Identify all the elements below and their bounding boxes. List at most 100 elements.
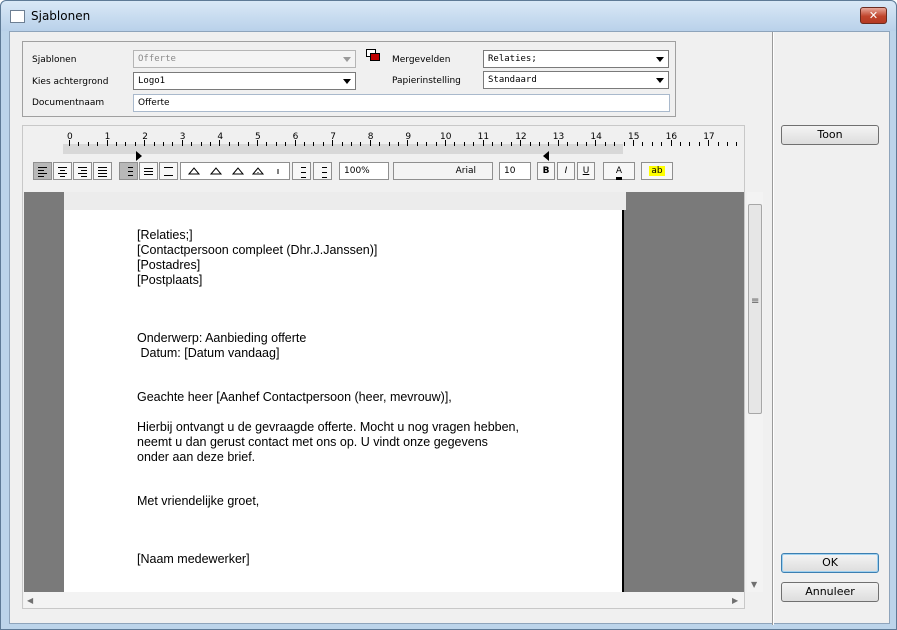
ruler-tick (191, 142, 193, 146)
chevron-down-icon (343, 57, 351, 62)
italic-button[interactable]: I (557, 162, 575, 180)
ruler-tick (736, 142, 738, 146)
ruler-tick (482, 140, 484, 146)
align-right-button[interactable] (73, 162, 92, 180)
ruler-tick (134, 142, 136, 146)
scroll-thumb[interactable] (748, 204, 762, 414)
line-spacing-single-button[interactable] (139, 162, 158, 180)
ruler-tick (247, 142, 249, 146)
document-page[interactable]: [Relaties;] [Contactpersoon compleet (Dh… (64, 210, 624, 592)
ruler-tick (698, 142, 700, 146)
highlight-button[interactable]: ab (641, 162, 673, 180)
ruler-tick (454, 142, 456, 146)
font-size-field[interactable]: 10 (499, 162, 531, 180)
ruler-tick (567, 142, 569, 146)
ruler-tick (398, 142, 399, 146)
ruler-tick (492, 142, 493, 146)
papier-select-value: Standaard (488, 75, 537, 85)
align-left-button[interactable] (33, 162, 52, 180)
ruler-tick (595, 140, 597, 146)
ruler-tick (116, 142, 117, 146)
zoom-field[interactable]: 100% (339, 162, 389, 180)
ruler-tick (172, 142, 174, 146)
ruler-tick (388, 142, 390, 146)
dialog-client: Sjablonen Offerte Kies achtergrond Logo1… (9, 31, 890, 625)
ruler-tick (642, 142, 644, 146)
ruler-tick (78, 142, 80, 146)
divider (773, 32, 774, 625)
achtergrond-select[interactable]: Logo1 (133, 72, 356, 90)
document-area[interactable]: [Relaties;] [Contactpersoon compleet (Dh… (24, 192, 744, 592)
ruler-tick (153, 142, 155, 146)
numbered-list-button[interactable] (313, 162, 332, 180)
mergevelden-select[interactable]: Relaties; (483, 50, 669, 68)
ruler-tick (360, 142, 362, 146)
font-color-button[interactable]: A (603, 162, 635, 180)
ruler-tick (435, 142, 437, 146)
align-center-button[interactable] (53, 162, 72, 180)
tab-stops-field[interactable] (180, 162, 290, 180)
papier-select[interactable]: Standaard (483, 71, 669, 89)
doc-line: onder aan deze brief. (137, 450, 256, 464)
ruler-tick (689, 142, 691, 146)
ruler-tick (651, 142, 653, 146)
ruler-tick (200, 142, 202, 146)
format-toolbar: 100% Arial 10 B I U A ab (33, 162, 733, 184)
ruler-tick (144, 140, 146, 146)
ruler-tick (717, 142, 719, 146)
line-spacing-double-button[interactable] (159, 162, 178, 180)
line-spacing-button[interactable] (119, 162, 138, 180)
ruler-tick (369, 140, 371, 146)
ruler-tick (294, 140, 296, 146)
annuleer-button[interactable]: Annuleer (781, 582, 879, 602)
left-indent-marker[interactable] (136, 151, 142, 161)
ruler-tick (275, 142, 277, 146)
scroll-left-icon[interactable]: ◀ (27, 596, 33, 605)
papier-label: Papierinstelling (392, 76, 461, 86)
grip-icon: ≡ (751, 296, 760, 307)
title-bar[interactable]: Sjablonen ✕ (1, 1, 896, 31)
mergevelden-label: Mergevelden (392, 55, 451, 65)
vertical-scrollbar[interactable]: ≡ ▼ (747, 192, 763, 592)
ruler-tick (332, 140, 334, 146)
horizontal-scrollbar[interactable]: ◀ ▶ (24, 592, 744, 608)
scroll-right-icon[interactable]: ▶ (732, 596, 738, 605)
underline-button[interactable]: U (577, 162, 595, 180)
ruler-tick (407, 140, 409, 146)
ruler-tick (69, 140, 70, 146)
ruler[interactable]: 0 1 2 3 4 5 6 7 8 9 10 11 12 13 14 15 16 17 (23, 132, 744, 158)
font-color-label: A (615, 166, 623, 180)
ruler-tick (125, 142, 127, 146)
doc-line: [Relaties;] (137, 228, 193, 242)
ruler-tick (210, 142, 211, 146)
ruler-tick (426, 142, 428, 146)
ruler-tick (473, 142, 475, 146)
ruler-tick (304, 142, 305, 146)
ok-button[interactable]: OK (781, 553, 879, 573)
ruler-tick (708, 140, 710, 146)
ruler-tick (520, 140, 522, 146)
highlight-label: ab (649, 166, 665, 176)
toon-button[interactable]: Toon (781, 125, 879, 145)
doc-line: Met vriendelijke groet, (137, 494, 260, 508)
align-justify-button[interactable] (93, 162, 112, 180)
scroll-down-icon[interactable]: ▼ (751, 580, 757, 589)
ruler-tick (501, 142, 503, 146)
ruler-tick (614, 142, 616, 146)
close-button[interactable]: ✕ (860, 7, 887, 24)
ruler-tick (680, 142, 681, 146)
bullet-list-button[interactable] (292, 162, 311, 180)
documentnaam-input[interactable]: Offerte (133, 94, 670, 112)
ruler-tick (623, 142, 625, 146)
ruler-tick (727, 142, 728, 146)
ruler-tick (548, 142, 550, 146)
ruler-tick (670, 140, 672, 146)
font-name-field[interactable]: Arial (393, 162, 493, 180)
right-indent-marker[interactable] (543, 151, 549, 161)
ruler-tick (416, 142, 418, 146)
merge-fields-icon[interactable] (366, 49, 380, 62)
dialog-window: Sjablonen ✕ Sjablonen Offerte Kies achte… (0, 0, 897, 630)
achtergrond-select-value: Logo1 (138, 76, 166, 86)
ruler-tick (445, 140, 446, 146)
bold-button[interactable]: B (537, 162, 555, 180)
